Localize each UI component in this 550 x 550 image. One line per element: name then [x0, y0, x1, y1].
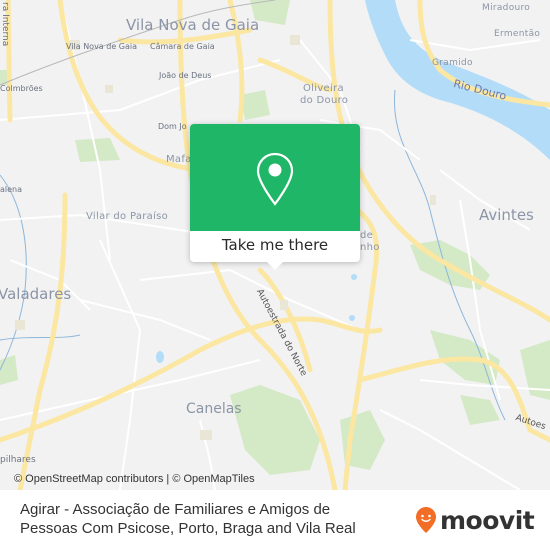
map-attribution[interactable]: © OpenStreetMap contributors | © OpenMap…: [0, 470, 330, 488]
place-title-line-2: Pessoas Com Psicose, Porto, Braga and Vi…: [20, 520, 356, 537]
map[interactable]: Vila Nova de Gaia Vila Nova de Gaia Câma…: [0, 0, 550, 490]
label-oliveira: Oliveira: [303, 83, 344, 94]
moovit-pin-icon: [416, 507, 436, 533]
popup-header: [190, 124, 360, 231]
location-pin-icon: [256, 152, 294, 206]
location-popup: Take me there: [190, 124, 360, 270]
label-canelas: Canelas: [186, 401, 242, 417]
popup-pointer: [267, 262, 283, 270]
label-avintes: Avintes: [479, 206, 534, 224]
label-madalena: alena: [0, 185, 23, 194]
label-ermentao: Ermentão: [494, 29, 541, 39]
label-vila-nova-de-gaia-city: Vila Nova de Gaia: [126, 16, 260, 34]
moovit-wordmark: moovit: [440, 505, 535, 535]
place-title: Agirar - Associação de Familiares e Amig…: [20, 500, 400, 538]
take-me-there-button[interactable]: Take me there: [190, 231, 360, 262]
moovit-logo[interactable]: moovit: [415, 505, 535, 535]
place-title-line-1: Agirar - Associação de Familiares e Amig…: [20, 501, 331, 518]
label-do-douro: do Douro: [300, 95, 349, 106]
label-vilar-do-paraiso: Vilar do Paraíso: [86, 211, 169, 222]
label-de: de: [360, 230, 374, 241]
label-nho: nho: [360, 242, 380, 253]
label-vila-nova-de-gaia: Vila Nova de Gaia: [66, 42, 138, 51]
label-camara-de-gaia: Câmara de Gaia: [150, 42, 215, 51]
label-mafamude: Mafa: [166, 154, 192, 165]
label-gramido: Gramido: [432, 58, 473, 68]
label-joao-de-deus: João de Deus: [159, 71, 212, 80]
label-pilhares: pilhares: [0, 455, 36, 465]
label-via-interna: ra Interna: [0, 2, 10, 47]
label-colmbroes: Colmbrões: [0, 84, 43, 93]
label-valadares: Valadares: [0, 285, 72, 303]
label-dom-joao: Dom Jo: [158, 122, 187, 131]
label-miradouro: Miradouro: [482, 3, 531, 13]
